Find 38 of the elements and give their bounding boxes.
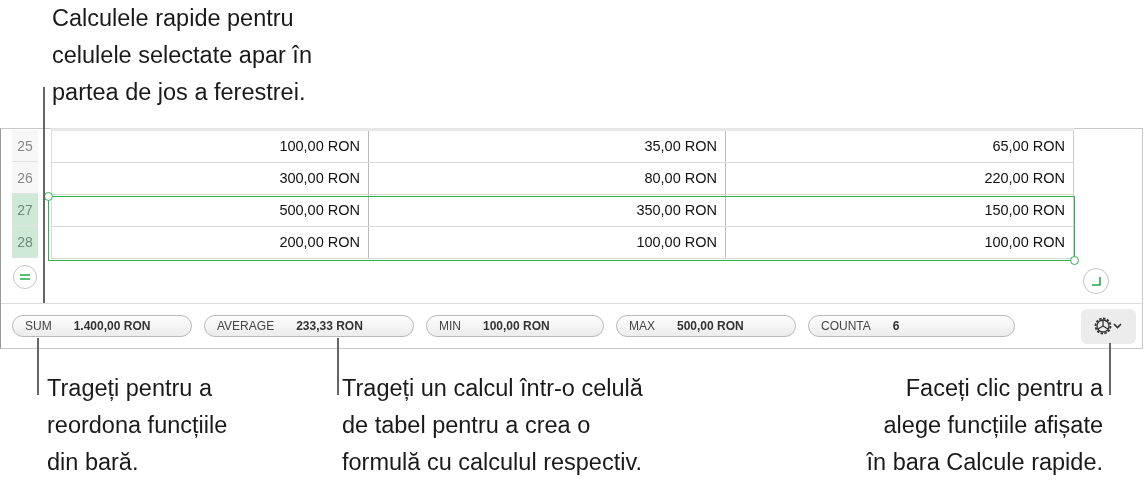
table-cell: 35,00 RON — [369, 131, 726, 162]
function-name: AVERAGE — [217, 319, 275, 333]
calculation-pill[interactable]: SUM 1.400,00 RON — [12, 315, 192, 337]
leader-line — [337, 338, 339, 395]
table-cell: 65,00 RON — [726, 131, 1074, 162]
callout-text: Faceți clic pentru a alege funcțiile afișate în bara Calcule rapide. — [866, 374, 1103, 477]
leader-line — [37, 338, 39, 395]
settings-button[interactable] — [1081, 308, 1136, 344]
function-name: SUM — [25, 319, 52, 333]
function-value: 233,33 RON — [296, 319, 363, 333]
function-value: 1.400,00 RON — [73, 319, 151, 333]
formula-button[interactable] — [13, 265, 37, 289]
function-value: 6 — [892, 319, 900, 333]
function-value: 500,00 RON — [677, 319, 744, 333]
callout-text: Trageți un calcul într-o celulă de tabel pentru a crea o formulă cu calculul respectiv. — [342, 374, 643, 477]
table-cell: 220,00 RON — [726, 163, 1074, 194]
function-name: MIN — [439, 319, 461, 333]
table-cell: 150,00 RON — [726, 195, 1074, 226]
table-cell: 100,00 RON — [369, 227, 726, 258]
table-cell: 80,00 RON — [369, 163, 726, 194]
settings-icon — [1094, 317, 1111, 335]
table-cell: 100,00 RON — [51, 131, 369, 162]
equals-icon — [19, 273, 31, 281]
callout-text: Calculele rapide pentru celulele selectate apar în partea de jos a ferestrei. — [52, 4, 313, 107]
table-cell: 200,00 RON — [51, 227, 369, 258]
callout-text: Trageți pentru a reordona funcțiile din bară. — [47, 374, 228, 477]
corner-icon — [1091, 276, 1101, 286]
function-name: COUNTA — [821, 319, 871, 333]
calculation-pill[interactable]: COUNTA 6 — [808, 315, 1015, 337]
calculation-pill[interactable]: AVERAGE 233,33 RON — [204, 315, 414, 337]
function-value: 100,00 RON — [483, 319, 550, 333]
calculation-pill[interactable]: MIN 100,00 RON — [426, 315, 604, 337]
table-cell: 350,00 RON — [369, 195, 726, 226]
chevron-icon — [1112, 323, 1122, 329]
function-name: MAX — [629, 319, 655, 333]
leader-line — [1109, 343, 1111, 395]
calculation-pill[interactable]: MAX 500,00 RON — [616, 315, 796, 337]
table-cell: 300,00 RON — [51, 163, 369, 194]
